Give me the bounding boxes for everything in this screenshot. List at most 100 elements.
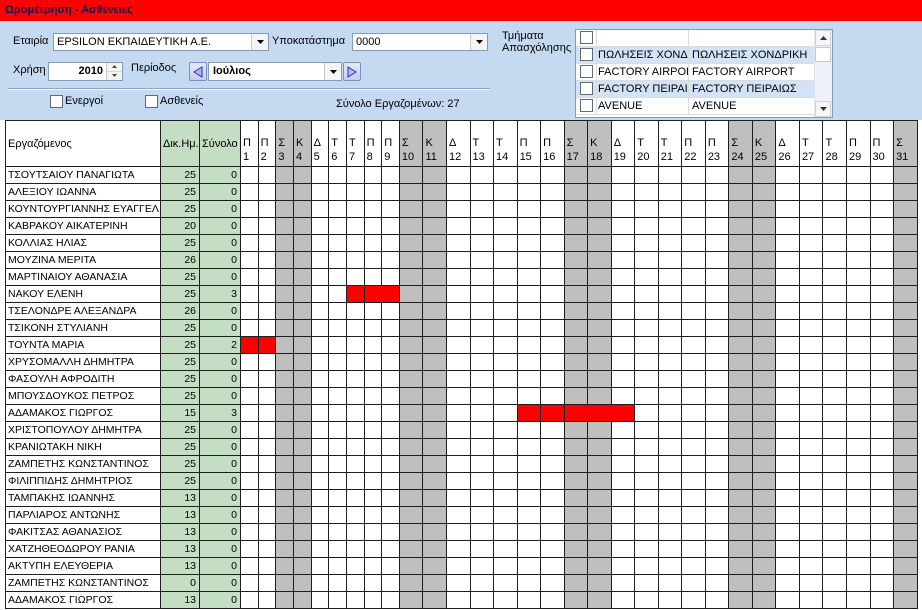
day-cell[interactable] xyxy=(540,302,565,320)
day-cell[interactable] xyxy=(445,438,471,456)
day-cell[interactable] xyxy=(310,251,330,269)
day-cell[interactable] xyxy=(516,472,542,490)
day-cell[interactable] xyxy=(657,183,683,201)
day-cell[interactable] xyxy=(469,472,495,490)
day-cell[interactable] xyxy=(610,370,636,388)
day-cell[interactable] xyxy=(751,438,777,456)
day-column-header[interactable]: Τ 14 xyxy=(493,120,518,167)
day-cell[interactable] xyxy=(422,353,447,371)
day-column-header[interactable]: Π8 xyxy=(363,120,383,167)
day-cell[interactable] xyxy=(240,353,259,371)
day-cell[interactable] xyxy=(363,183,383,201)
next-period-button[interactable] xyxy=(343,62,361,81)
day-cell[interactable] xyxy=(657,166,683,184)
day-cell[interactable] xyxy=(240,489,259,507)
day-cell[interactable] xyxy=(869,438,895,456)
day-cell[interactable] xyxy=(398,455,424,473)
day-cell[interactable] xyxy=(540,421,565,439)
day-cell[interactable] xyxy=(257,166,277,184)
day-cell[interactable] xyxy=(516,251,542,269)
day-cell[interactable] xyxy=(363,387,383,405)
day-cell[interactable] xyxy=(257,472,277,490)
day-cell[interactable] xyxy=(257,302,277,320)
day-cell[interactable] xyxy=(563,557,589,575)
day-cell[interactable] xyxy=(775,370,800,388)
day-cell[interactable] xyxy=(257,319,277,337)
day-cell[interactable] xyxy=(363,319,383,337)
day-cell[interactable] xyxy=(563,234,589,252)
day-cell[interactable] xyxy=(869,200,895,218)
day-cell[interactable] xyxy=(345,421,365,439)
day-cell[interactable] xyxy=(493,421,518,439)
day-cell[interactable] xyxy=(893,540,918,558)
day-cell[interactable] xyxy=(292,574,312,592)
day-cell[interactable] xyxy=(798,387,824,405)
day-cell[interactable] xyxy=(587,557,612,575)
day-cell[interactable] xyxy=(798,438,824,456)
day-cell[interactable] xyxy=(587,183,612,201)
day-cell[interactable] xyxy=(493,540,518,558)
day-cell[interactable] xyxy=(292,251,312,269)
day-cell[interactable] xyxy=(445,523,471,541)
day-cell[interactable] xyxy=(822,557,847,575)
day-cell[interactable] xyxy=(469,523,495,541)
year-value[interactable]: 2010 xyxy=(49,63,103,80)
day-cell[interactable] xyxy=(363,370,383,388)
day-cell[interactable] xyxy=(846,421,871,439)
day-column-header[interactable]: Π 16 xyxy=(540,120,565,167)
day-cell[interactable] xyxy=(893,200,918,218)
day-cell[interactable] xyxy=(422,387,447,405)
day-cell[interactable] xyxy=(657,387,683,405)
day-cell[interactable] xyxy=(563,370,589,388)
day-cell[interactable] xyxy=(240,557,259,575)
day-cell[interactable] xyxy=(398,591,424,609)
day-cell[interactable] xyxy=(257,455,277,473)
employee-row[interactable]: ΑΔΑΜΑΚΟΣ ΓΙΩΡΓΟΣ 15 3 xyxy=(5,404,918,422)
day-cell[interactable] xyxy=(728,319,753,337)
day-cell[interactable] xyxy=(563,455,589,473)
day-cell[interactable] xyxy=(275,217,294,235)
day-cell[interactable] xyxy=(275,336,294,354)
day-cell[interactable] xyxy=(775,302,800,320)
day-cell[interactable] xyxy=(493,251,518,269)
day-cell[interactable] xyxy=(634,319,659,337)
day-cell[interactable] xyxy=(846,455,871,473)
scroll-thumb[interactable] xyxy=(815,47,831,62)
day-cell[interactable] xyxy=(328,574,347,592)
day-cell[interactable] xyxy=(363,166,383,184)
day-cell[interactable] xyxy=(634,370,659,388)
day-cell[interactable] xyxy=(275,591,294,609)
day-cell[interactable] xyxy=(657,302,683,320)
period-combobox[interactable]: Ιούλιος xyxy=(208,62,342,81)
day-cell[interactable] xyxy=(704,421,730,439)
day-cell[interactable] xyxy=(681,455,706,473)
day-cell[interactable] xyxy=(563,183,589,201)
day-cell[interactable] xyxy=(493,574,518,592)
day-cell[interactable] xyxy=(563,251,589,269)
day-cell[interactable] xyxy=(275,302,294,320)
day-cell[interactable] xyxy=(822,217,847,235)
day-cell[interactable] xyxy=(257,523,277,541)
day-cell[interactable] xyxy=(363,302,383,320)
day-cell[interactable] xyxy=(422,438,447,456)
day-column-header[interactable]: Τ 20 xyxy=(634,120,659,167)
day-cell[interactable] xyxy=(822,591,847,609)
day-cell[interactable] xyxy=(751,455,777,473)
day-cell[interactable] xyxy=(310,183,330,201)
day-cell[interactable] xyxy=(681,370,706,388)
day-cell[interactable] xyxy=(469,336,495,354)
day-cell[interactable] xyxy=(728,302,753,320)
day-cell[interactable] xyxy=(240,166,259,184)
day-cell[interactable] xyxy=(751,268,777,286)
day-cell[interactable] xyxy=(445,302,471,320)
day-column-header[interactable]: Δ 19 xyxy=(610,120,636,167)
day-cell[interactable] xyxy=(681,489,706,507)
day-cell[interactable] xyxy=(310,166,330,184)
day-cell[interactable] xyxy=(893,268,918,286)
day-cell[interactable] xyxy=(610,540,636,558)
department-row[interactable]: FACTORY ΠΕΙΡΑΙΩ FACTORY ΠΕΙΡΑΙΩΣ xyxy=(576,81,815,98)
day-cell[interactable] xyxy=(469,285,495,303)
day-cell[interactable] xyxy=(445,285,471,303)
day-cell[interactable] xyxy=(381,387,400,405)
day-cell[interactable] xyxy=(751,591,777,609)
